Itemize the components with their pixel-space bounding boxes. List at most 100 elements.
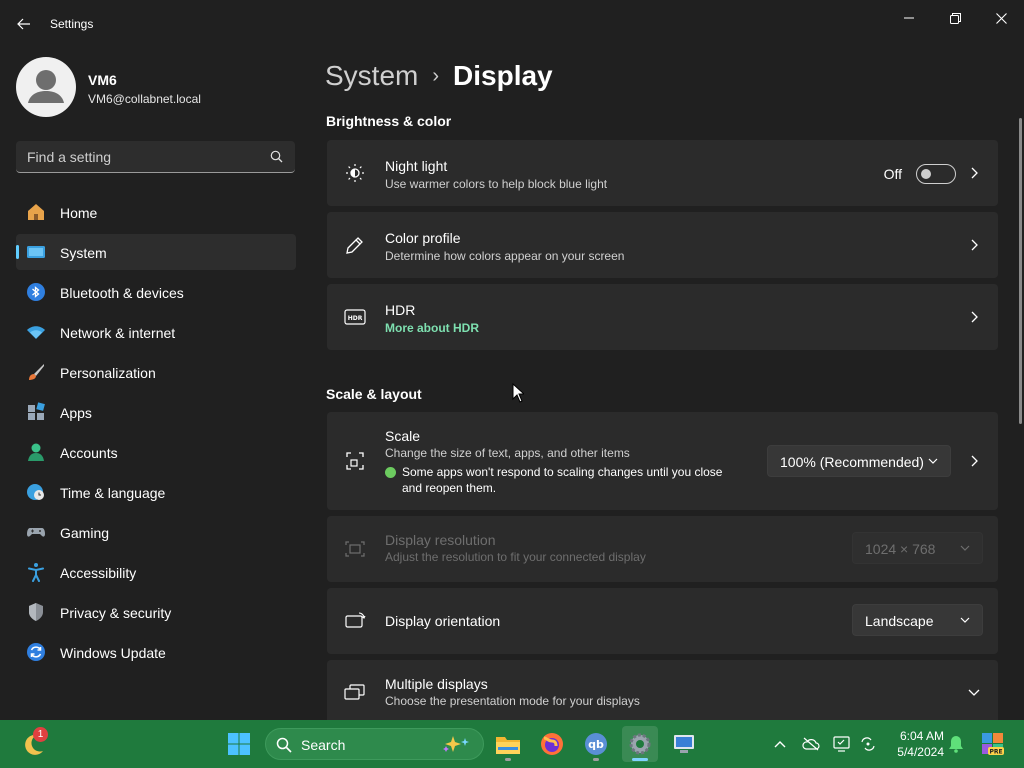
avatar <box>16 57 76 117</box>
orientation-dropdown[interactable]: Landscape <box>852 604 983 636</box>
running-indicator <box>593 758 599 761</box>
night-light-subtitle: Use warmer colors to help block blue lig… <box>385 177 608 191</box>
night-light-card[interactable]: Night light Use warmer colors to help bl… <box>327 140 998 206</box>
scale-icon-wrap <box>344 450 366 472</box>
user-name: VM6 <box>88 72 117 88</box>
scale-title: Scale <box>385 428 421 444</box>
search-icon <box>270 150 283 163</box>
tray-onedrive[interactable] <box>801 734 821 754</box>
sidebar-item-system[interactable]: System <box>16 234 296 270</box>
hdr-title: HDR <box>385 302 416 318</box>
chevron-right-icon <box>971 167 978 179</box>
breadcrumb-parent[interactable]: System <box>325 60 418 92</box>
search-icon <box>276 737 292 753</box>
taskbar-firefox[interactable] <box>534 726 570 762</box>
sidebar-item-label: Bluetooth & devices <box>60 285 184 301</box>
hdr-more-link[interactable]: More about HDR <box>385 321 479 335</box>
update-icon <box>27 643 45 661</box>
tray-display[interactable] <box>832 734 852 754</box>
home-icon <box>28 204 44 220</box>
sidebar-item-bluetooth[interactable]: Bluetooth & devices <box>16 274 296 310</box>
display-orientation-card[interactable]: Display orientation Landscape <box>327 588 998 654</box>
taskbar-clock[interactable]: 6:04 AM 5/4/2024 <box>884 728 944 760</box>
minimize-icon <box>904 17 914 19</box>
night-light-icon <box>346 164 364 182</box>
sidebar-item-label: Home <box>60 205 98 221</box>
cloud-off-icon <box>802 737 820 751</box>
night-light-title: Night light <box>385 158 448 174</box>
sidebar-item-windows-update[interactable]: Windows Update <box>16 634 296 670</box>
orientation-icon-wrap <box>344 610 366 632</box>
tray-overflow[interactable] <box>770 734 790 754</box>
sidebar-item-label: Windows Update <box>60 645 166 661</box>
sidebar-item-label: Privacy & security <box>60 605 172 621</box>
app-title: Settings <box>50 17 94 31</box>
chevron-down-icon <box>960 617 970 623</box>
hdr-card[interactable]: HDR HDR More about HDR <box>327 284 998 350</box>
color-profile-title: Color profile <box>385 230 461 246</box>
chevron-up-icon <box>774 741 786 748</box>
bell-icon <box>949 736 963 753</box>
taskbar-search[interactable]: Search <box>265 728 484 760</box>
active-indicator <box>16 245 19 259</box>
minimize-button[interactable] <box>886 4 932 32</box>
resolution-dropdown: 1024 × 768 <box>852 532 983 564</box>
sidebar-item-label: Accounts <box>60 445 118 461</box>
close-button[interactable] <box>978 4 1024 32</box>
close-icon <box>995 12 1007 24</box>
taskbar-qbittorrent[interactable]: qb <box>578 726 614 762</box>
multiple-displays-card[interactable]: Multiple displays Choose the presentatio… <box>327 660 998 720</box>
scale-dropdown[interactable]: 100% (Recommended) <box>767 445 951 477</box>
user-profile[interactable]: VM6 VM6@collabnet.local <box>16 57 296 117</box>
sidebar-item-apps[interactable]: Apps <box>16 394 296 430</box>
multiple-displays-subtitle: Choose the presentation mode for your di… <box>385 694 640 708</box>
running-indicator <box>505 758 511 761</box>
taskbar-search-label: Search <box>301 737 346 753</box>
taskbar-start[interactable] <box>221 726 257 762</box>
tray-network[interactable] <box>858 734 878 754</box>
scale-card[interactable]: Scale Change the size of text, apps, and… <box>327 412 998 510</box>
globe-clock-icon <box>27 484 44 500</box>
multiple-displays-title: Multiple displays <box>385 676 488 692</box>
sidebar-item-personalization[interactable]: Personalization <box>16 354 296 390</box>
breadcrumb: System › Display <box>325 58 553 94</box>
section-title-brightness: Brightness & color <box>326 113 452 129</box>
display-resolution-title: Display resolution <box>385 532 496 548</box>
sidebar-item-label: System <box>60 245 107 261</box>
chevron-right-icon <box>971 455 978 467</box>
svg-text:HDR: HDR <box>348 315 363 322</box>
color-profile-card[interactable]: Color profile Determine how colors appea… <box>327 212 998 278</box>
sidebar-item-home[interactable]: Home <box>16 194 296 230</box>
tray-copilot[interactable]: PRE <box>980 731 1006 757</box>
resolution-icon <box>345 541 365 557</box>
sidebar-item-network[interactable]: Network & internet <box>16 314 296 350</box>
running-indicator <box>632 758 648 761</box>
display-resolution-subtitle: Adjust the resolution to fit your connec… <box>385 550 646 564</box>
weather-badge: 1 <box>33 727 48 742</box>
taskbar-settings[interactable] <box>622 726 658 762</box>
tray-notifications[interactable] <box>946 734 966 754</box>
taskbar-remote-desktop[interactable] <box>666 726 702 762</box>
back-button[interactable] <box>10 10 38 38</box>
sidebar-item-privacy[interactable]: Privacy & security <box>16 594 296 630</box>
sidebar-item-accessibility[interactable]: Accessibility <box>16 554 296 590</box>
night-light-state: Off <box>883 166 902 182</box>
folder-icon <box>496 737 520 754</box>
scrollbar[interactable] <box>1019 118 1022 424</box>
taskbar: Search qb 6:04 AM 5/4/2024 PRE <box>0 720 1024 768</box>
taskbar-file-explorer[interactable] <box>490 726 526 762</box>
sidebar-item-time-language[interactable]: Time & language <box>16 474 296 510</box>
display-orientation-title: Display orientation <box>385 613 501 629</box>
night-light-toggle[interactable] <box>916 164 956 184</box>
chevron-down-icon <box>968 689 980 696</box>
orientation-value: Landscape <box>865 613 934 629</box>
toggle-knob <box>921 169 931 179</box>
sidebar-item-label: Time & language <box>60 485 166 501</box>
sidebar-item-accounts[interactable]: Accounts <box>16 434 296 470</box>
sidebar-item-gaming[interactable]: Gaming <box>16 514 296 550</box>
brush-icon <box>29 364 44 380</box>
multiple-displays-icon-wrap <box>344 682 366 704</box>
restore-button[interactable] <box>932 4 978 32</box>
search-input[interactable]: Find a setting <box>16 141 295 173</box>
scale-note-text: Some apps won't respond to scaling chang… <box>402 465 723 495</box>
